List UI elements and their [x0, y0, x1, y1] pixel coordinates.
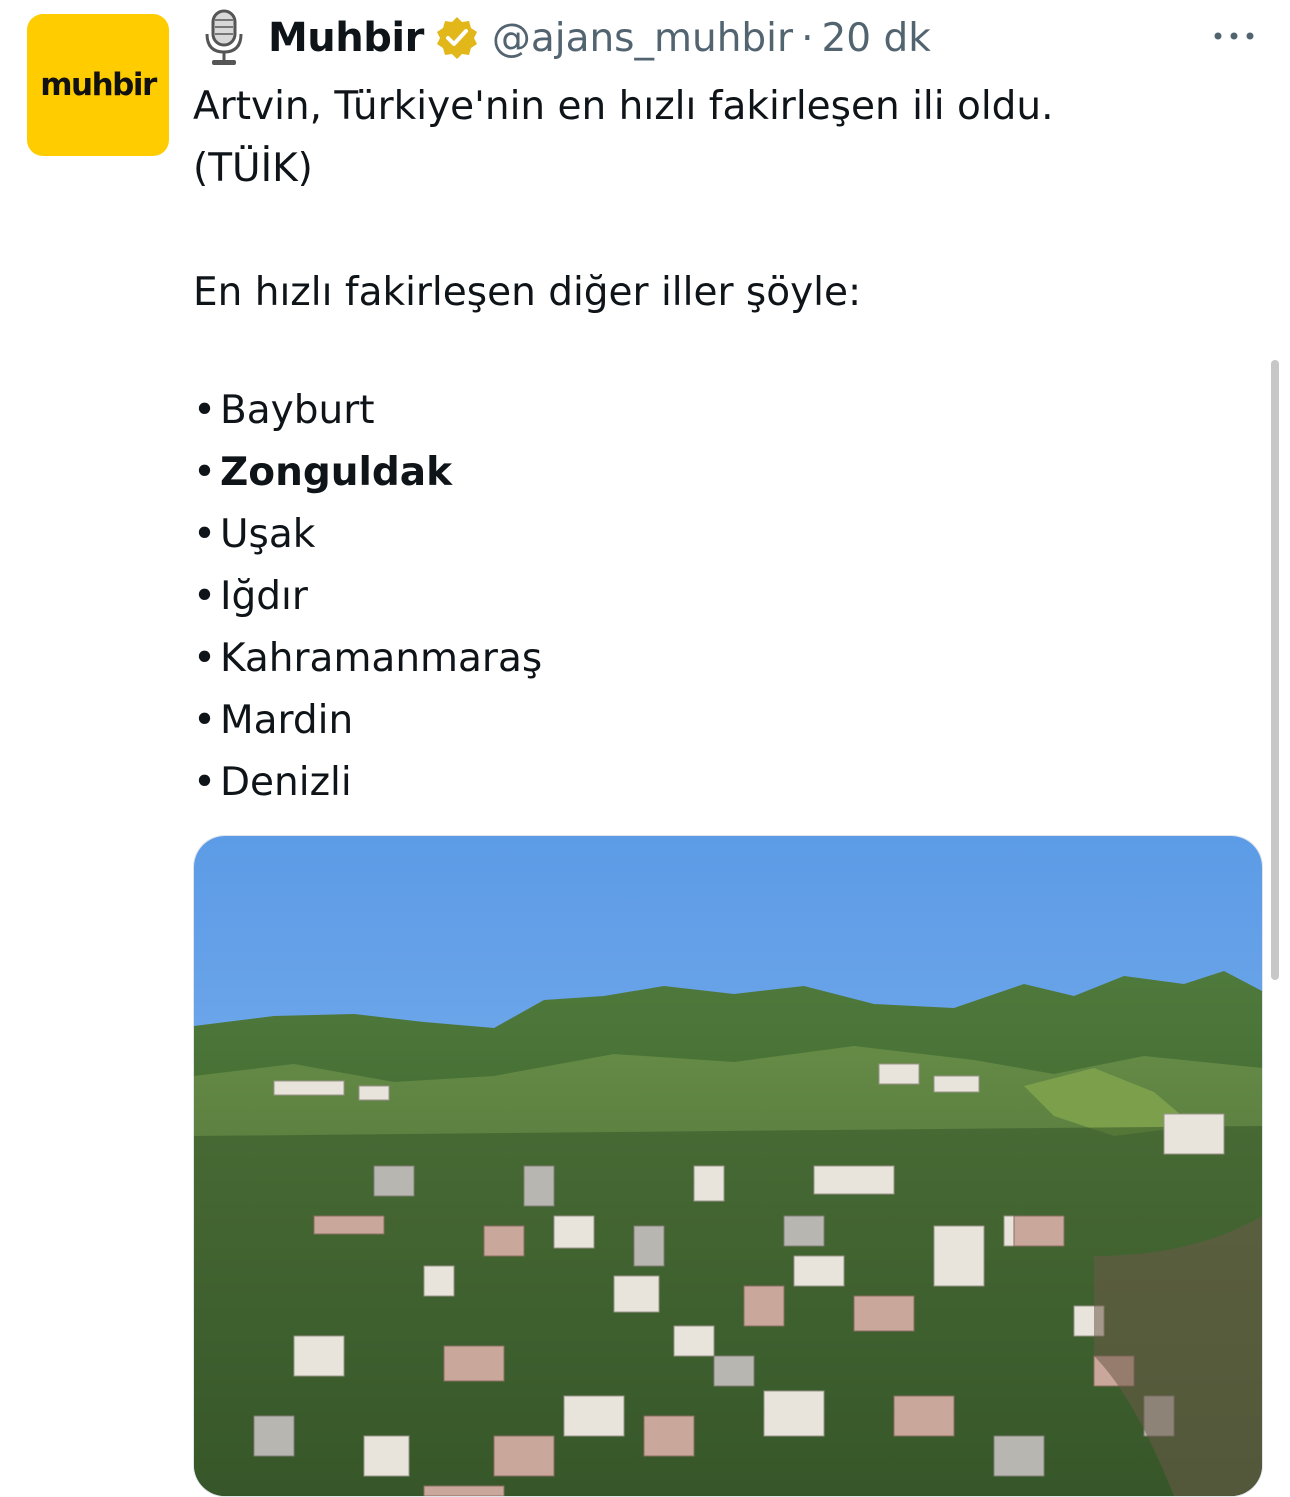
list-item: • Zonguldak	[193, 442, 542, 504]
bullet: •	[193, 450, 217, 495]
bullet: •	[193, 636, 217, 681]
list-item: • Kahramanmaraş	[193, 628, 542, 690]
city-name: Iğdır	[220, 574, 308, 619]
list-item: • Mardin	[193, 690, 542, 752]
list-item: • Denizli	[193, 752, 542, 814]
bullet: •	[193, 388, 217, 433]
tweet-header: Muhbir @ajans_muhbir · 20 dk	[196, 8, 931, 68]
avatar-logo-text: muhbir	[40, 67, 157, 103]
more-options-icon[interactable]	[1212, 26, 1256, 46]
list-item: • Iğdır	[193, 566, 542, 628]
bullet: •	[193, 760, 217, 805]
gold-verified-badge-icon[interactable]	[434, 15, 480, 61]
city-list: • Bayburt • Zonguldak • Uşak • Iğdır • Kahram…	[193, 380, 542, 814]
tweet-text: Artvin, Türkiye'nin en hızlı fakirleşen …	[193, 76, 1253, 324]
city-name: Uşak	[220, 512, 316, 557]
city-name: Kahramanmaraş	[220, 636, 543, 681]
city-landscape-photo	[194, 836, 1262, 1496]
tweet-line-2: (TÜİK)	[193, 146, 313, 191]
post-time[interactable]: 20 dk	[821, 16, 930, 61]
author-handle[interactable]: @ajans_muhbir	[492, 16, 793, 61]
bullet: •	[193, 698, 217, 743]
list-item: • Bayburt	[193, 380, 542, 442]
avatar[interactable]: muhbir	[27, 14, 169, 156]
separator-dot: ·	[801, 15, 814, 61]
list-item: • Uşak	[193, 504, 542, 566]
scrollbar[interactable]	[1271, 360, 1279, 980]
city-name: Mardin	[220, 698, 354, 743]
tweet-line-3: En hızlı fakirleşen diğer iller şöyle:	[193, 270, 862, 315]
microphone-icon	[205, 9, 243, 65]
tweet-line-1: Artvin, Türkiye'nin en hızlı fakirleşen …	[193, 84, 1054, 129]
tweet-photo[interactable]	[193, 835, 1263, 1497]
city-name: Denizli	[220, 760, 352, 805]
bullet: •	[193, 574, 217, 619]
city-name: Bayburt	[220, 388, 375, 433]
bullet: •	[193, 512, 217, 557]
city-name: Zonguldak	[220, 450, 453, 495]
author-name[interactable]: Muhbir	[268, 15, 424, 61]
